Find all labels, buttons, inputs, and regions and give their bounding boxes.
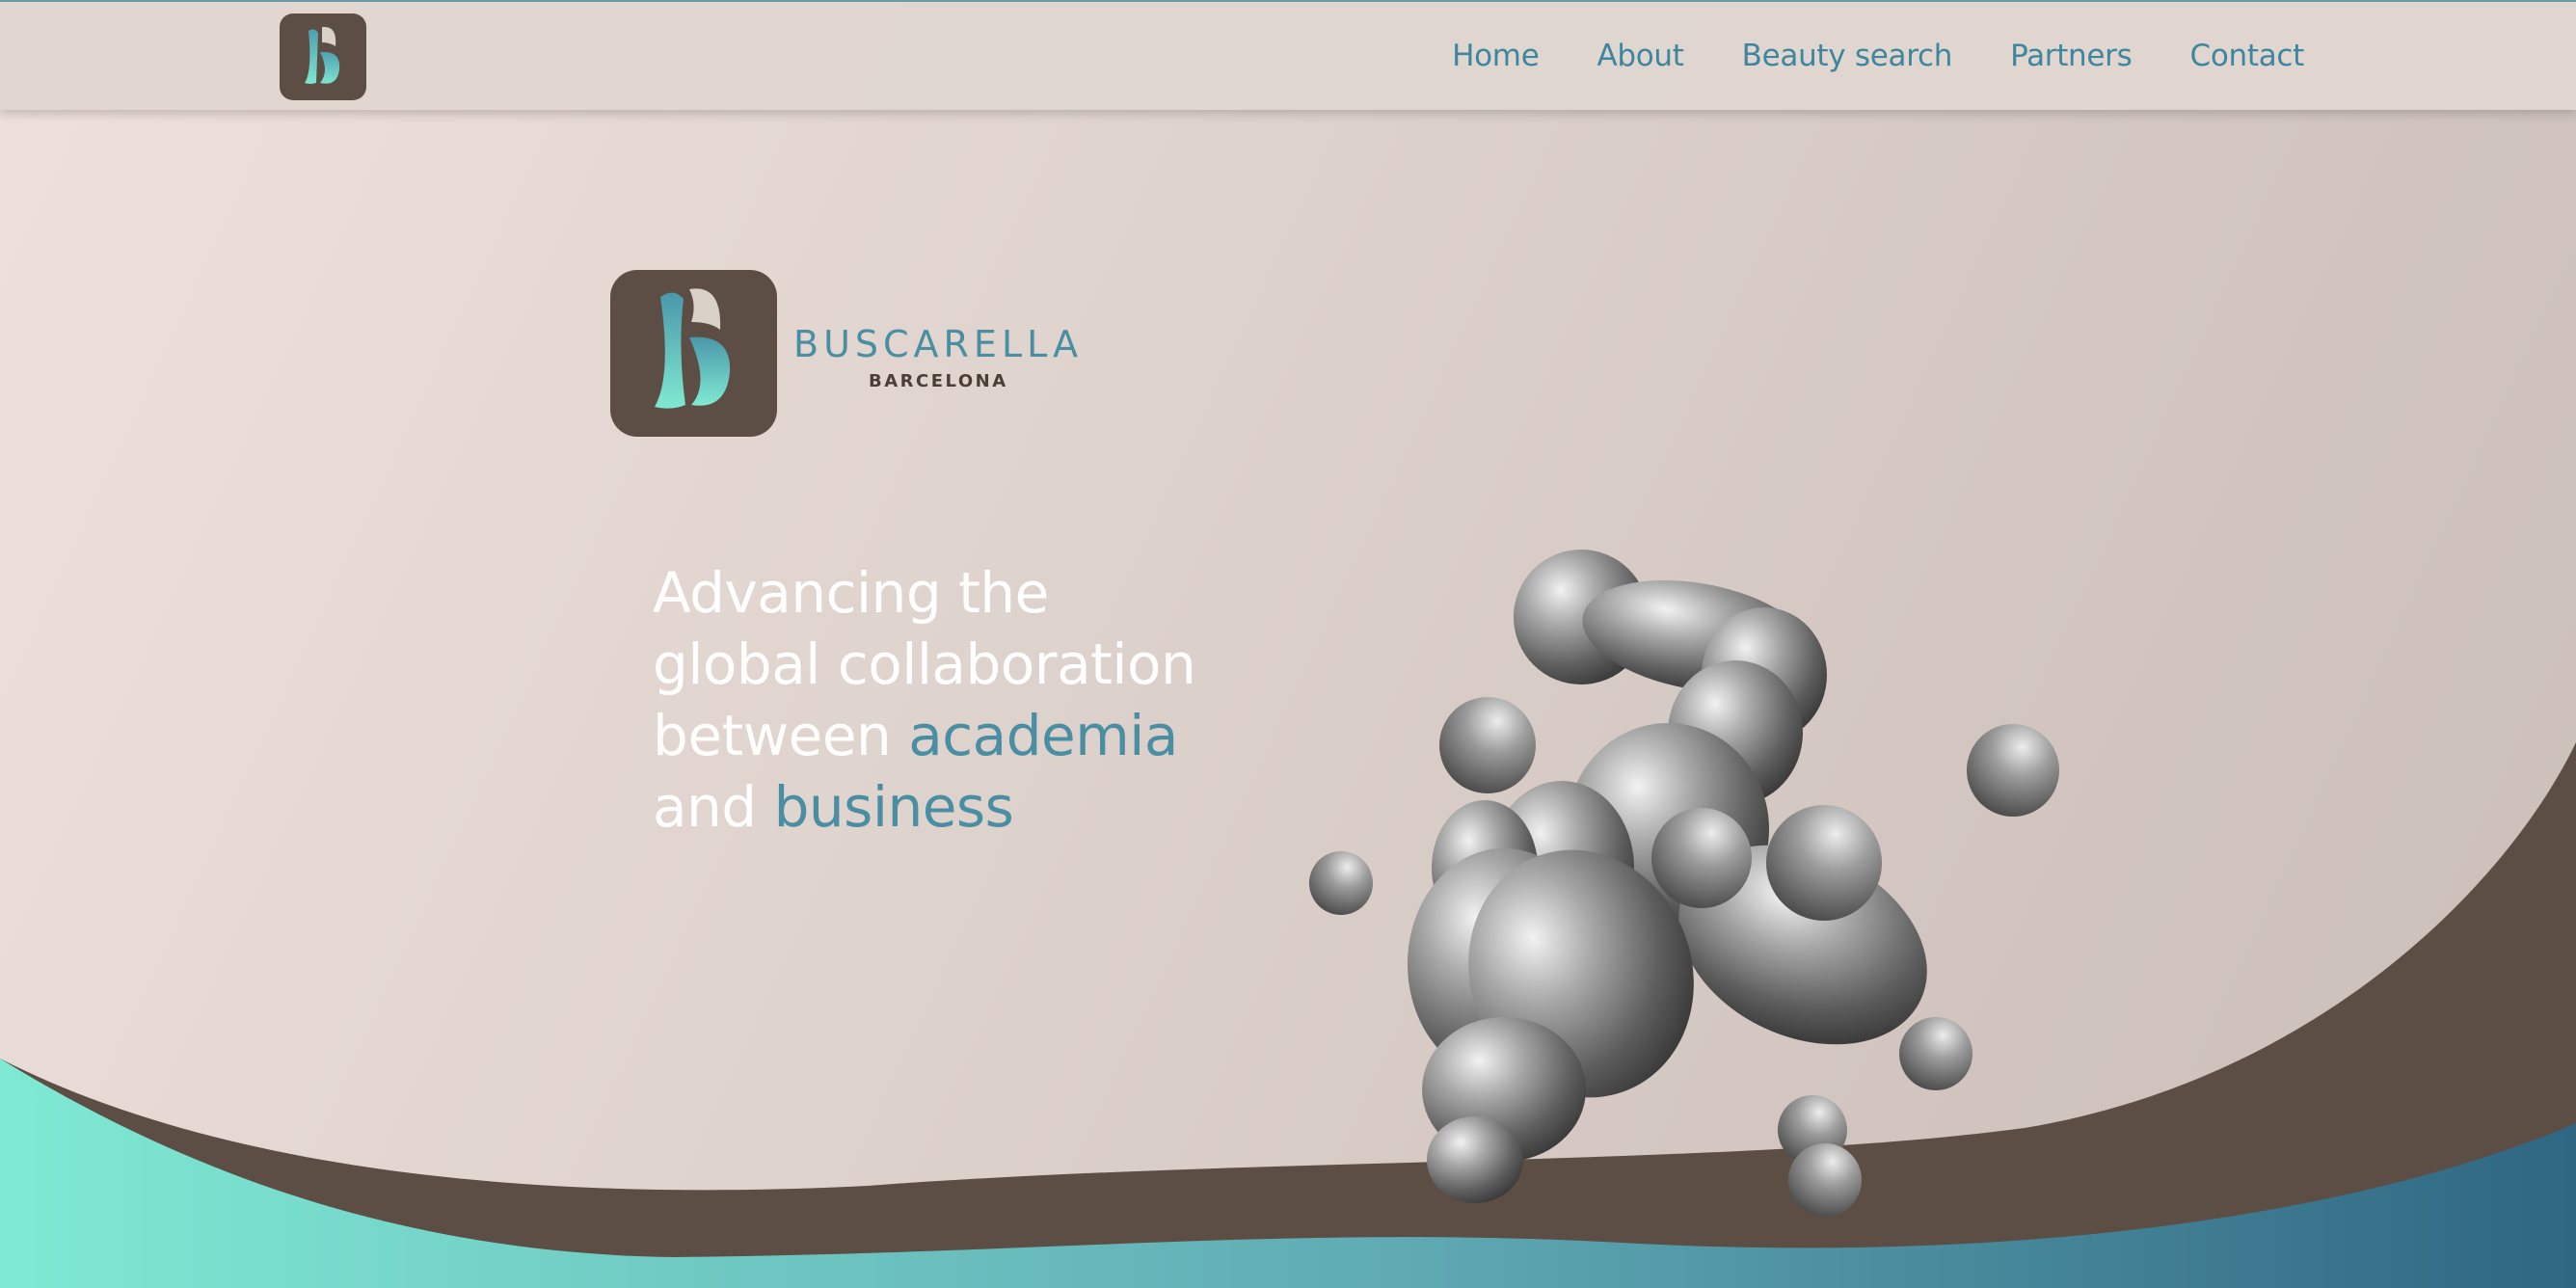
brand-name: BUSCARELLA [793, 323, 1084, 365]
top-navbar: Home About Beauty search Partners Contac… [0, 0, 2576, 110]
hero-headline: Advancing the global collaboration betwe… [653, 557, 1196, 843]
nav-link-about[interactable]: About [1597, 39, 1683, 73]
nav-logo-icon[interactable] [280, 13, 366, 100]
nav-link-home[interactable]: Home [1452, 39, 1540, 73]
brand-logo-icon [610, 270, 777, 437]
metallic-blob-illustration [1309, 550, 2059, 1217]
headline-line-1: Advancing the [653, 560, 1049, 626]
main-navigation: Home About Beauty search Partners Contac… [1452, 2, 2304, 110]
headline-line-4: and business [653, 771, 1195, 843]
b-monogram-icon [305, 26, 340, 84]
nav-link-beauty-search[interactable]: Beauty search [1742, 39, 1953, 73]
nav-link-partners[interactable]: Partners [2010, 39, 2133, 73]
headline-accent-business: business [773, 774, 1014, 840]
headline-line-4-prefix: and [653, 774, 774, 840]
headline-accent-academia: academia [908, 703, 1178, 768]
headline-line-3-prefix: between [653, 703, 909, 768]
headline-line-2: global collaboration [653, 631, 1196, 697]
headline-line-3: between academia [653, 700, 1195, 771]
brand-city: BARCELONA [869, 371, 1008, 391]
b-monogram-large-icon [655, 288, 731, 409]
nav-link-contact[interactable]: Contact [2189, 39, 2304, 73]
